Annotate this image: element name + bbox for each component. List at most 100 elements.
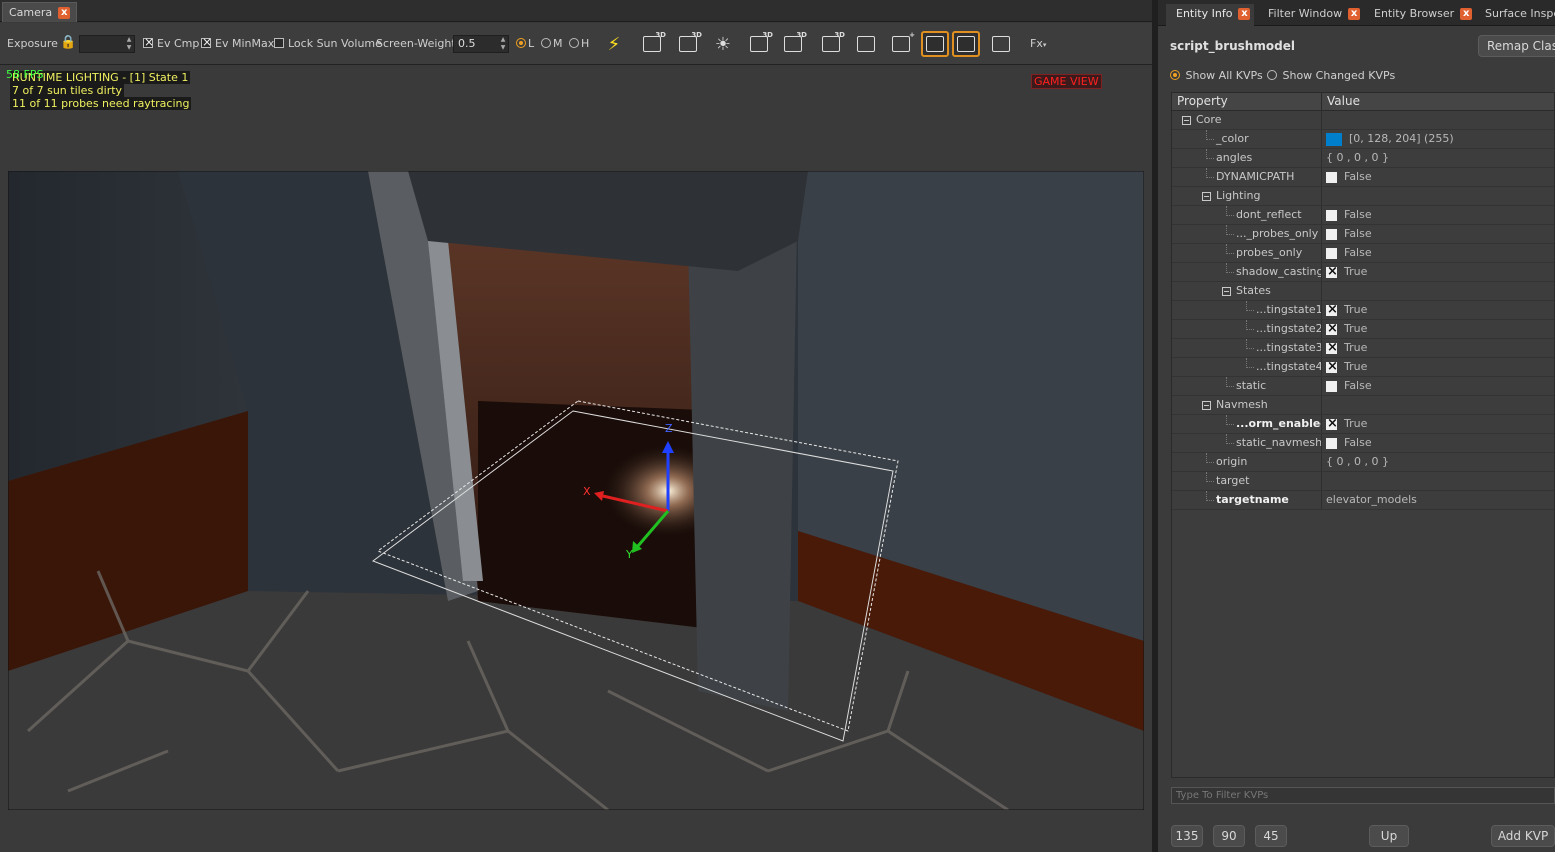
- edit-button[interactable]: [987, 31, 1015, 57]
- up-button[interactable]: Up: [1369, 825, 1409, 847]
- checkbox-icon[interactable]: [1326, 358, 1338, 376]
- kvp-value-cell[interactable]: { 0 , 0 , 0 }: [1322, 149, 1554, 167]
- angle-90-button[interactable]: 90: [1213, 825, 1245, 847]
- tab-entity-browser[interactable]: Entity Browser x: [1364, 4, 1473, 26]
- kvp-value-cell[interactable]: True: [1322, 358, 1554, 376]
- filter-kvps-input[interactable]: Type To Filter KVPs: [1171, 787, 1555, 804]
- frame-toggle[interactable]: [952, 31, 980, 57]
- lod-radio-m[interactable]: M: [541, 37, 563, 50]
- kvp-value-cell[interactable]: False: [1322, 377, 1554, 395]
- exposure-input[interactable]: ▲ ▼: [79, 35, 135, 53]
- angle-135-button[interactable]: 135: [1171, 825, 1203, 847]
- collapse-icon[interactable]: [1202, 192, 1211, 201]
- column-property[interactable]: Property: [1172, 93, 1322, 110]
- kvp-value-cell[interactable]: True: [1322, 339, 1554, 357]
- kvp-value-cell[interactable]: { 0 , 0 , 0 }: [1322, 453, 1554, 471]
- lock-icon[interactable]: 🔒: [60, 35, 76, 50]
- kvp-value-cell[interactable]: False: [1322, 206, 1554, 224]
- tab-camera[interactable]: Camera x: [2, 2, 78, 22]
- view-3d-toggle[interactable]: [921, 31, 949, 57]
- spin-arrows-icon[interactable]: ▲ ▼: [124, 36, 134, 52]
- scene-render[interactable]: X Y Z: [8, 171, 1144, 810]
- add-kvp-button[interactable]: Add KVP: [1491, 825, 1555, 847]
- lod-radio-l[interactable]: L: [516, 37, 534, 50]
- angle-45-button[interactable]: 45: [1255, 825, 1287, 847]
- checkbox-icon[interactable]: [1326, 339, 1338, 357]
- render-3d-button[interactable]: 3D: [674, 31, 702, 57]
- checkbox-icon[interactable]: [1326, 228, 1337, 240]
- kvp-value-cell[interactable]: [0, 128, 204] (255): [1322, 130, 1554, 148]
- checkbox-icon[interactable]: [1326, 380, 1337, 392]
- checkbox-icon[interactable]: [1326, 209, 1337, 221]
- kvp-row[interactable]: _color [0, 128, 204] (255): [1172, 130, 1554, 149]
- ev-cmp-checkbox[interactable]: Ev Cmp: [143, 35, 199, 50]
- checkbox-icon[interactable]: [1326, 301, 1338, 319]
- kvp-value-cell[interactable]: True: [1322, 415, 1554, 433]
- kvp-value-cell[interactable]: True: [1322, 320, 1554, 338]
- lightning-button[interactable]: ⚡: [600, 31, 628, 57]
- checkbox-icon[interactable]: [1326, 171, 1337, 183]
- kvp-row[interactable]: ...tingstate3 True: [1172, 339, 1554, 358]
- column-value[interactable]: Value: [1322, 93, 1360, 110]
- close-icon[interactable]: x: [1348, 8, 1361, 20]
- kvp-row[interactable]: targetname elevator_models: [1172, 491, 1554, 510]
- viewport[interactable]: RUNTIME LIGHTING - [1] State 1 58 FPS 7 …: [0, 66, 1152, 852]
- lod-radio-h[interactable]: H: [569, 37, 589, 50]
- kvp-row[interactable]: DYNAMICPATH False: [1172, 168, 1554, 187]
- kvp-value-cell[interactable]: [1322, 472, 1554, 490]
- show-changed-kvps-radio[interactable]: Show Changed KVPs: [1267, 69, 1395, 82]
- kvp-row[interactable]: ...orm_enabled True: [1172, 415, 1554, 434]
- kvp-value-cell[interactable]: True: [1322, 263, 1554, 281]
- kvp-row[interactable]: ..._probes_only False: [1172, 225, 1554, 244]
- kvp-value-cell[interactable]: True: [1322, 301, 1554, 319]
- kvp-value-cell[interactable]: elevator_models: [1322, 491, 1554, 509]
- kvp-row[interactable]: ...tingstate4 True: [1172, 358, 1554, 377]
- kvp-row[interactable]: angles { 0 , 0 , 0 }: [1172, 149, 1554, 168]
- game-view-badge[interactable]: GAME VIEW: [1031, 74, 1102, 89]
- lock-3d-button[interactable]: 3D: [779, 31, 807, 57]
- kvp-row[interactable]: static False: [1172, 377, 1554, 396]
- tab-filter-window[interactable]: Filter Window x: [1258, 4, 1361, 26]
- kvp-row[interactable]: States: [1172, 282, 1554, 301]
- color-swatch[interactable]: [1326, 132, 1342, 146]
- collapse-icon[interactable]: [1222, 287, 1231, 296]
- kvp-row[interactable]: dont_reflect False: [1172, 206, 1554, 225]
- kvp-row[interactable]: ...tingstate1 True: [1172, 301, 1554, 320]
- grid-add-button[interactable]: +: [887, 31, 915, 57]
- kvp-row[interactable]: static_navmesh False: [1172, 434, 1554, 453]
- close-icon[interactable]: x: [58, 7, 71, 19]
- remap-class-button[interactable]: Remap Class...: [1478, 35, 1555, 57]
- checkbox-icon[interactable]: [1326, 415, 1338, 433]
- light-button[interactable]: ☀: [709, 31, 737, 57]
- spin-arrows-icon[interactable]: ▲ ▼: [498, 36, 508, 52]
- kvp-row[interactable]: Core: [1172, 111, 1554, 130]
- kvp-value-cell[interactable]: False: [1322, 225, 1554, 243]
- tab-surface-inspector[interactable]: Surface Inspe: [1475, 4, 1555, 26]
- kvp-row[interactable]: Navmesh: [1172, 396, 1554, 415]
- kvp-row[interactable]: ...tingstate2 True: [1172, 320, 1554, 339]
- ev-minmax-checkbox[interactable]: Ev MinMax: [201, 35, 274, 50]
- checkbox-icon[interactable]: [1326, 437, 1337, 449]
- collapse-icon[interactable]: [1182, 116, 1191, 125]
- kvp-value-cell[interactable]: False: [1322, 244, 1554, 262]
- checkbox-icon[interactable]: [1326, 320, 1338, 338]
- close-icon[interactable]: x: [1238, 8, 1251, 20]
- kvp-value-cell[interactable]: False: [1322, 434, 1554, 452]
- collapse-icon[interactable]: [1202, 401, 1211, 410]
- show-all-kvps-radio[interactable]: Show All KVPs: [1170, 69, 1263, 82]
- kvp-value-cell[interactable]: False: [1322, 168, 1554, 186]
- fx-button[interactable]: Fx▾: [1030, 37, 1046, 50]
- checkbox-icon[interactable]: [1326, 247, 1337, 259]
- screen-weight-input[interactable]: 0.5 ▲ ▼: [453, 35, 509, 53]
- kvp-row[interactable]: target: [1172, 472, 1554, 491]
- close-icon[interactable]: x: [1460, 8, 1473, 20]
- kvp-row[interactable]: Lighting: [1172, 187, 1554, 206]
- kvp-row[interactable]: shadow_casting True: [1172, 263, 1554, 282]
- checkbox-icon[interactable]: [1326, 263, 1338, 281]
- camera-3d-button[interactable]: 3D: [638, 31, 666, 57]
- kvp-row[interactable]: origin { 0 , 0 , 0 }: [1172, 453, 1554, 472]
- grid-button[interactable]: [852, 31, 880, 57]
- cube-3d-button[interactable]: 3D: [745, 31, 773, 57]
- lock-sun-checkbox[interactable]: Lock Sun Volume: [274, 37, 382, 50]
- grid-3d-button[interactable]: 3D: [817, 31, 845, 57]
